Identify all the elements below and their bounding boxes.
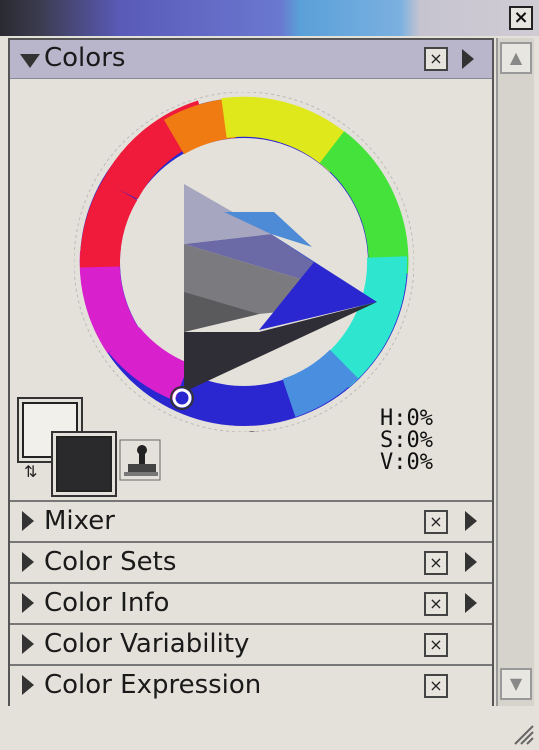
colors-panel-menu-arrow-icon[interactable] — [462, 49, 474, 69]
hue-magenta-lower-segment — [108, 326, 190, 401]
section-label: Color Info — [44, 588, 170, 618]
collapse-triangle-icon[interactable] — [20, 54, 40, 68]
swap-colors-icon[interactable]: ⇅ — [24, 464, 46, 486]
section-color-sets[interactable]: Color Sets × — [10, 541, 492, 583]
color-sets-close-button[interactable]: × — [424, 551, 448, 575]
colors-palette: Colors × ⇅ H:0% S:0% V:0% Mixer × Color … — [8, 38, 494, 706]
mixer-menu-arrow-icon[interactable] — [465, 511, 477, 531]
colors-panel-header[interactable]: Colors × — [10, 40, 492, 79]
colors-panel-close-button[interactable]: × — [424, 47, 448, 71]
expand-triangle-icon[interactable] — [22, 511, 34, 531]
section-color-variability[interactable]: Color Variability × — [10, 623, 492, 665]
color-wheel[interactable] — [74, 92, 414, 432]
color-expression-close-button[interactable]: × — [424, 674, 448, 698]
expand-triangle-icon[interactable] — [22, 634, 34, 654]
colors-panel-title: Colors — [44, 43, 126, 73]
hue-lightblue-segment — [282, 349, 359, 417]
color-swatches: ⇅ — [22, 402, 112, 492]
section-label: Mixer — [44, 506, 115, 536]
hue-red-lower-segment — [79, 179, 138, 268]
color-info-menu-arrow-icon[interactable] — [465, 593, 477, 613]
value-readout: V:0% — [380, 450, 433, 475]
stamp-icon[interactable] — [118, 438, 162, 482]
section-color-info[interactable]: Color Info × — [10, 582, 492, 624]
additional-color-swatch[interactable] — [56, 436, 112, 492]
color-info-close-button[interactable]: × — [424, 592, 448, 616]
scroll-up-button[interactable]: ▲ — [500, 42, 532, 74]
scroll-down-button[interactable]: ▼ — [500, 668, 532, 700]
resize-grip-icon[interactable] — [509, 720, 535, 746]
expand-triangle-icon[interactable] — [22, 593, 34, 613]
section-label: Color Expression — [44, 670, 262, 700]
title-bar: × — [0, 0, 539, 36]
hue-green-segment — [319, 131, 409, 274]
section-label: Color Sets — [44, 547, 177, 577]
section-color-expression[interactable]: Color Expression × — [10, 664, 492, 706]
hue-readout: H:0% — [380, 406, 433, 431]
mixer-close-button[interactable]: × — [424, 510, 448, 534]
color-variability-close-button[interactable]: × — [424, 633, 448, 657]
expand-triangle-icon[interactable] — [22, 675, 34, 695]
window-close-button[interactable]: × — [509, 6, 533, 30]
color-sets-menu-arrow-icon[interactable] — [465, 552, 477, 572]
saturation-readout: S:0% — [380, 428, 433, 453]
expand-triangle-icon[interactable] — [22, 552, 34, 572]
vertical-scrollbar[interactable]: ▲ ▼ — [496, 38, 534, 706]
section-mixer[interactable]: Mixer × — [10, 500, 492, 542]
section-label: Color Variability — [44, 629, 250, 659]
